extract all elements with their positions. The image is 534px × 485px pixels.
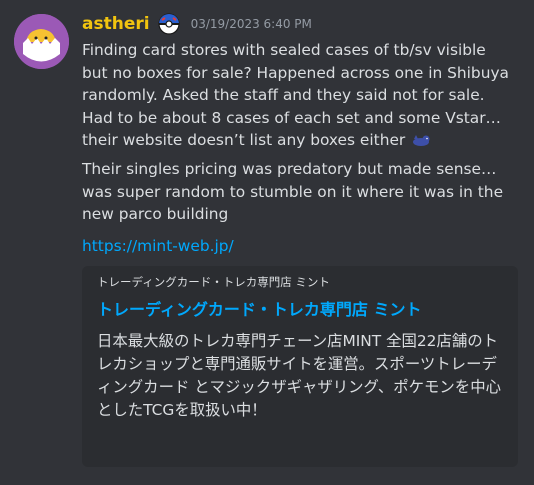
embed-provider[interactable]: トレーディングカード・トレカ専門店 ミント	[97, 274, 506, 290]
message-header: astheri 03/19/2023 6:40 PM	[82, 10, 312, 38]
link-embed: トレーディングカード・トレカ専門店 ミント トレーディングカード・トレカ専門店 …	[82, 266, 518, 467]
embed-title[interactable]: トレーディングカード・トレカ専門店 ミント	[97, 300, 506, 320]
embed-description: 日本最大級のトレカ専門チェーン店MINT 全国22店舗のトレカショップと専門通販…	[97, 332, 501, 419]
message-paragraph-1: Finding card stores with sealed cases of…	[82, 39, 514, 152]
author-name[interactable]: astheri	[82, 14, 150, 34]
gudetama-egg-avatar-icon	[14, 14, 69, 69]
avatar[interactable]	[14, 14, 69, 69]
message-timestamp[interactable]: 03/19/2023 6:40 PM	[191, 17, 312, 31]
sleeping-pokemon-emoji-icon[interactable]	[410, 131, 432, 146]
pokeball-icon	[157, 13, 180, 35]
message-text-1: Finding card stores with sealed cases of…	[82, 41, 509, 149]
message-paragraph-2: Their singles pricing was predatory but …	[82, 160, 504, 223]
message-link[interactable]: https://mint-web.jp/	[82, 235, 234, 257]
